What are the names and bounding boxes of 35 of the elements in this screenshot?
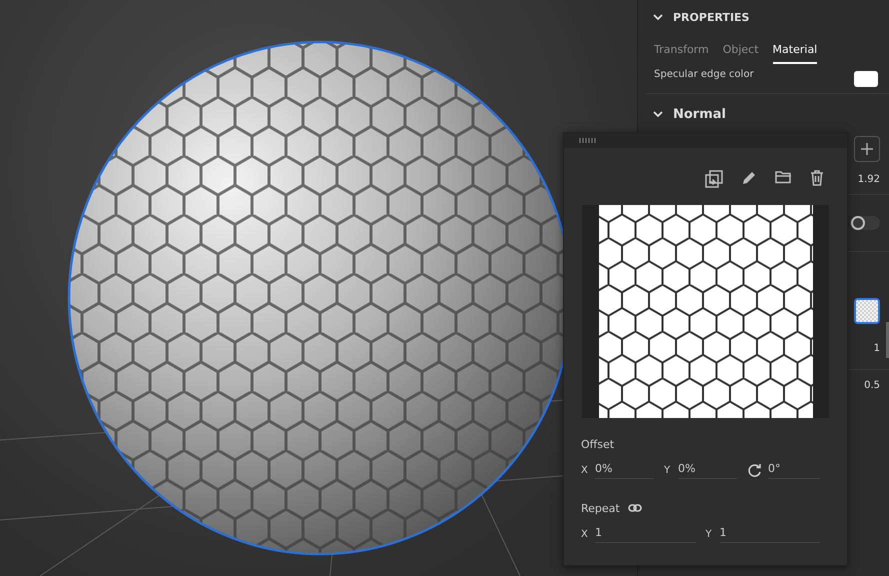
input-field[interactable]: 0% (678, 462, 737, 478)
input-field[interactable]: 1 (595, 526, 696, 542)
drag-handle-icon[interactable] (579, 138, 597, 143)
color-swatch[interactable] (854, 71, 878, 87)
toggle-switch[interactable] (850, 216, 880, 230)
input-field[interactable]: 0% (595, 462, 654, 478)
axis-label: Y (664, 464, 672, 476)
input-field[interactable]: 1 (720, 526, 820, 542)
replace-image-icon[interactable] (705, 170, 723, 188)
tab[interactable]: Object (722, 43, 759, 64)
link-icon[interactable] (628, 504, 642, 512)
folder-icon[interactable] (775, 170, 792, 184)
pencil-icon[interactable] (741, 170, 757, 186)
trash-icon[interactable] (810, 170, 824, 186)
axis-label: Y (706, 528, 713, 540)
section-title: PROPERTIES (673, 10, 750, 24)
field-group-label: Offset (581, 438, 614, 450)
input-field[interactable]: 0° (768, 462, 820, 478)
property-label: Specular edge color (654, 69, 754, 80)
value-text: 0.5 (864, 380, 880, 390)
tab[interactable]: Material (772, 43, 818, 64)
plus-icon (861, 143, 873, 155)
scrollbar[interactable] (886, 322, 889, 358)
value-text: 1.92 (858, 174, 880, 184)
axis-label: X (581, 528, 589, 540)
section-title: Normal (673, 106, 726, 122)
texture-swatch[interactable] (854, 298, 880, 324)
value-text: 1 (874, 343, 880, 354)
field-group-label: Repeat (581, 502, 620, 514)
chevron-icon[interactable] (653, 110, 663, 118)
rotate-icon (747, 462, 762, 478)
add-button[interactable] (854, 136, 880, 162)
tab[interactable]: Transform (654, 43, 709, 64)
chevron-icon[interactable] (653, 14, 663, 20)
axis-label: X (581, 464, 589, 476)
